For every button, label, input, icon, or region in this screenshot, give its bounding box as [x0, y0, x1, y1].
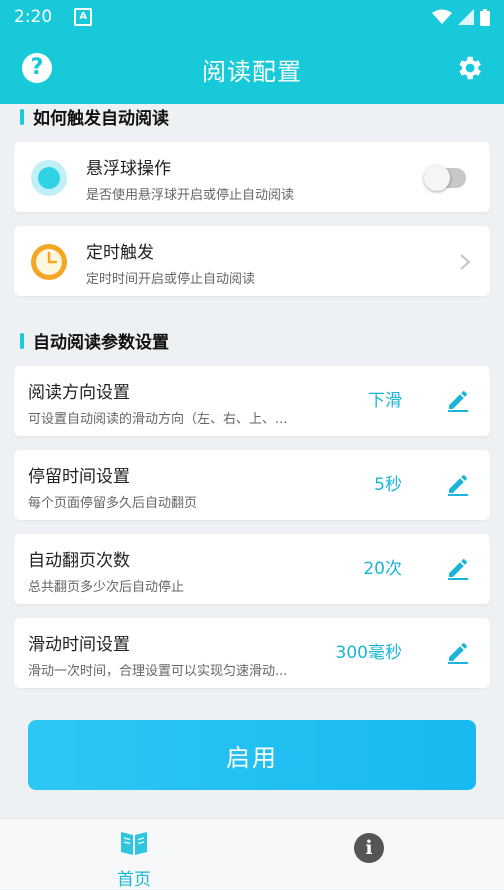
- floating-ball-toggle[interactable]: [424, 165, 466, 191]
- floating-ball-title: 悬浮球操作: [86, 159, 171, 179]
- param-subtitle: 总共翻页多少次后自动停止: [28, 580, 185, 595]
- param-card-page-count[interactable]: 自动翻页次数 总共翻页多少次后自动停止 20次: [14, 534, 490, 604]
- section-title-text: 自动阅读参数设置: [33, 333, 169, 353]
- nav-home-tab[interactable]: 首页: [104, 829, 164, 890]
- wifi-icon: [432, 9, 452, 24]
- section-title-trigger: 如何触发自动阅读: [20, 104, 169, 129]
- notification-badge: A: [74, 8, 93, 26]
- param-value: 300毫秒: [335, 643, 402, 663]
- param-title: 自动翻页次数: [28, 551, 130, 571]
- pencil-edit-icon[interactable]: [446, 556, 470, 580]
- section-title-params: 自动阅读参数设置: [20, 328, 169, 353]
- param-value: 下滑: [368, 391, 402, 411]
- floating-ball-icon: [31, 160, 67, 196]
- app-bar: ? 阅读配置: [0, 34, 504, 104]
- pencil-edit-icon[interactable]: [446, 388, 470, 412]
- section-title-text: 如何触发自动阅读: [33, 109, 169, 129]
- toggle-knob: [424, 165, 450, 191]
- param-card-stay-time[interactable]: 停留时间设置 每个页面停留多久后自动翻页 5秒: [14, 450, 490, 520]
- param-subtitle: 滑动一次时间，合理设置可以实现匀速滑动...: [28, 664, 288, 679]
- param-card-direction[interactable]: 阅读方向设置 可设置自动阅读的滑动方向（左、右、上、... 下滑: [14, 366, 490, 436]
- param-value: 5秒: [374, 475, 402, 495]
- battery-icon: [480, 8, 490, 26]
- timer-trigger-title: 定时触发: [86, 243, 154, 263]
- param-value: 20次: [363, 559, 402, 579]
- status-time: 2:20: [14, 7, 53, 27]
- page-title: 阅读配置: [202, 57, 302, 86]
- pencil-edit-icon[interactable]: [446, 640, 470, 664]
- param-subtitle: 可设置自动阅读的滑动方向（左、右、上、...: [28, 412, 288, 427]
- param-title: 停留时间设置: [28, 467, 130, 487]
- help-circle-icon[interactable]: ?: [22, 53, 52, 83]
- bottom-nav: 首页 i: [0, 818, 504, 890]
- nav-home-label: 首页: [117, 870, 151, 890]
- timer-trigger-card[interactable]: 定时触发 定时时间开启或停止自动阅读: [14, 226, 490, 296]
- enable-button[interactable]: 启用: [28, 720, 476, 790]
- timer-trigger-subtitle: 定时时间开启或停止自动阅读: [86, 272, 256, 287]
- param-title: 阅读方向设置: [28, 383, 130, 403]
- section-accent-bar: [20, 108, 24, 125]
- clock-icon: [31, 244, 67, 280]
- status-bar: 2:20 A: [0, 0, 504, 34]
- info-icon[interactable]: i: [354, 833, 384, 863]
- param-title: 滑动时间设置: [28, 635, 130, 655]
- param-subtitle: 每个页面停留多久后自动翻页: [28, 496, 198, 511]
- section-accent-bar: [20, 332, 24, 349]
- gear-icon[interactable]: [454, 53, 484, 83]
- pencil-edit-icon[interactable]: [446, 472, 470, 496]
- book-icon: [121, 832, 147, 855]
- signal-icon: [458, 9, 474, 25]
- floating-ball-card[interactable]: 悬浮球操作 是否使用悬浮球开启或停止自动阅读: [14, 142, 490, 212]
- chevron-right-icon: [460, 254, 471, 270]
- param-card-swipe-time[interactable]: 滑动时间设置 滑动一次时间，合理设置可以实现匀速滑动... 300毫秒: [14, 618, 490, 688]
- floating-ball-subtitle: 是否使用悬浮球开启或停止自动阅读: [86, 188, 295, 203]
